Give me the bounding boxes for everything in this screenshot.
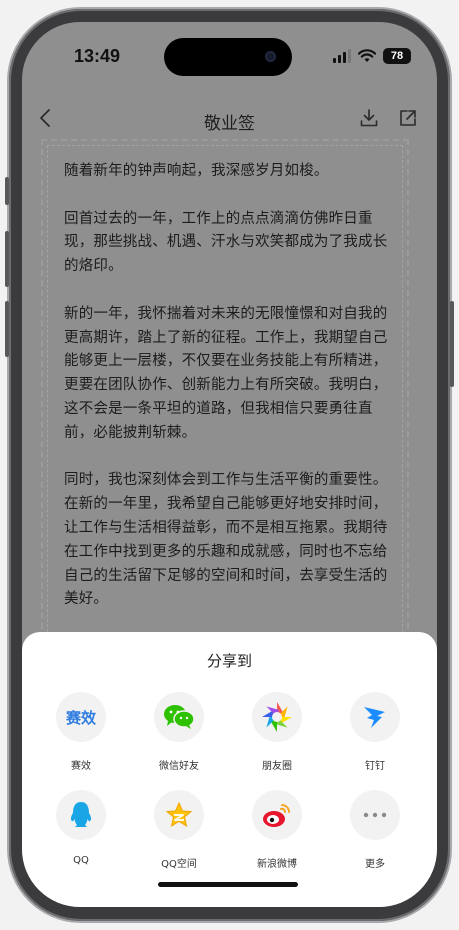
share-moments[interactable]: 朋友圈: [232, 692, 322, 772]
note-paragraph: 回首过去的一年，工作上的点点滴滴仿佛昨日重现，那些挑战、机遇、汗水与欢笑都成为了…: [64, 210, 388, 275]
share-more[interactable]: 更多: [330, 790, 420, 870]
power-button: [450, 301, 454, 387]
note-paragraph: 同时，我也深刻体会到工作与生活平衡的重要性。在新的一年里，我希望自己能够更好地安…: [64, 472, 388, 608]
share-label: QQ空间: [161, 859, 197, 870]
share-qzone[interactable]: QQ空间: [134, 790, 224, 870]
status-bar: 13:49 78: [22, 22, 437, 98]
screen: 13:49 78 敬业签 随着新年的钟声响起，我深感岁月如梭。 回首过去的一年，…: [22, 22, 437, 907]
volume-up-button: [5, 231, 9, 287]
share-label: 更多: [365, 859, 385, 870]
share-label: QQ: [73, 855, 89, 866]
qq-icon: [56, 790, 106, 840]
download-icon[interactable]: [359, 108, 379, 128]
share-sheet: 分享到 赛效 赛效 微信好友 朋友圈 钉钉 QQ QQ空间 新浪微博 更多: [22, 632, 437, 907]
share-wechat-friend[interactable]: 微信好友: [134, 692, 224, 772]
note-paragraph: 随着新年的钟声响起，我深感岁月如梭。: [64, 163, 329, 179]
volume-down-button: [5, 301, 9, 357]
dynamic-island: [164, 38, 292, 76]
note-paragraph: 新的一年，我怀揣着对未来的无限憧憬和对自我的更高期许，踏上了新的征程。工作上，我…: [64, 305, 388, 441]
share-dingtalk[interactable]: 钉钉: [330, 692, 420, 772]
saixiao-logo-text: 赛效: [65, 708, 96, 727]
note-content: 随着新年的钟声响起，我深感岁月如梭。 回首过去的一年，工作上的点点滴滴仿佛昨日重…: [64, 160, 390, 636]
qzone-icon: [154, 790, 204, 840]
share-saixiao[interactable]: 赛效 赛效: [36, 692, 126, 772]
share-label: 朋友圈: [262, 761, 292, 772]
wechat-icon: [154, 692, 204, 742]
home-indicator[interactable]: [158, 882, 298, 887]
more-icon: [350, 790, 400, 840]
camera-icon: [265, 51, 276, 62]
cellular-signal-icon: [333, 49, 351, 63]
status-time: 13:49: [74, 46, 121, 66]
export-icon[interactable]: [398, 108, 418, 128]
dingtalk-icon: [350, 692, 400, 742]
share-label: 赛效: [71, 761, 91, 772]
share-sheet-title: 分享到: [206, 652, 252, 670]
share-label: 微信好友: [159, 761, 199, 772]
status-indicators: 78: [333, 47, 411, 65]
share-label: 新浪微博: [257, 859, 297, 870]
action-button: [5, 177, 9, 205]
wifi-icon: [358, 49, 376, 62]
share-qq[interactable]: QQ: [36, 790, 126, 866]
battery-indicator: 78: [383, 48, 411, 64]
share-weibo[interactable]: 新浪微博: [232, 790, 322, 870]
weibo-icon: [252, 790, 302, 840]
share-label: 钉钉: [365, 761, 385, 772]
nav-bar: 敬业签: [22, 98, 437, 142]
saixiao-icon: 赛效: [56, 692, 106, 742]
moments-icon: [252, 692, 302, 742]
